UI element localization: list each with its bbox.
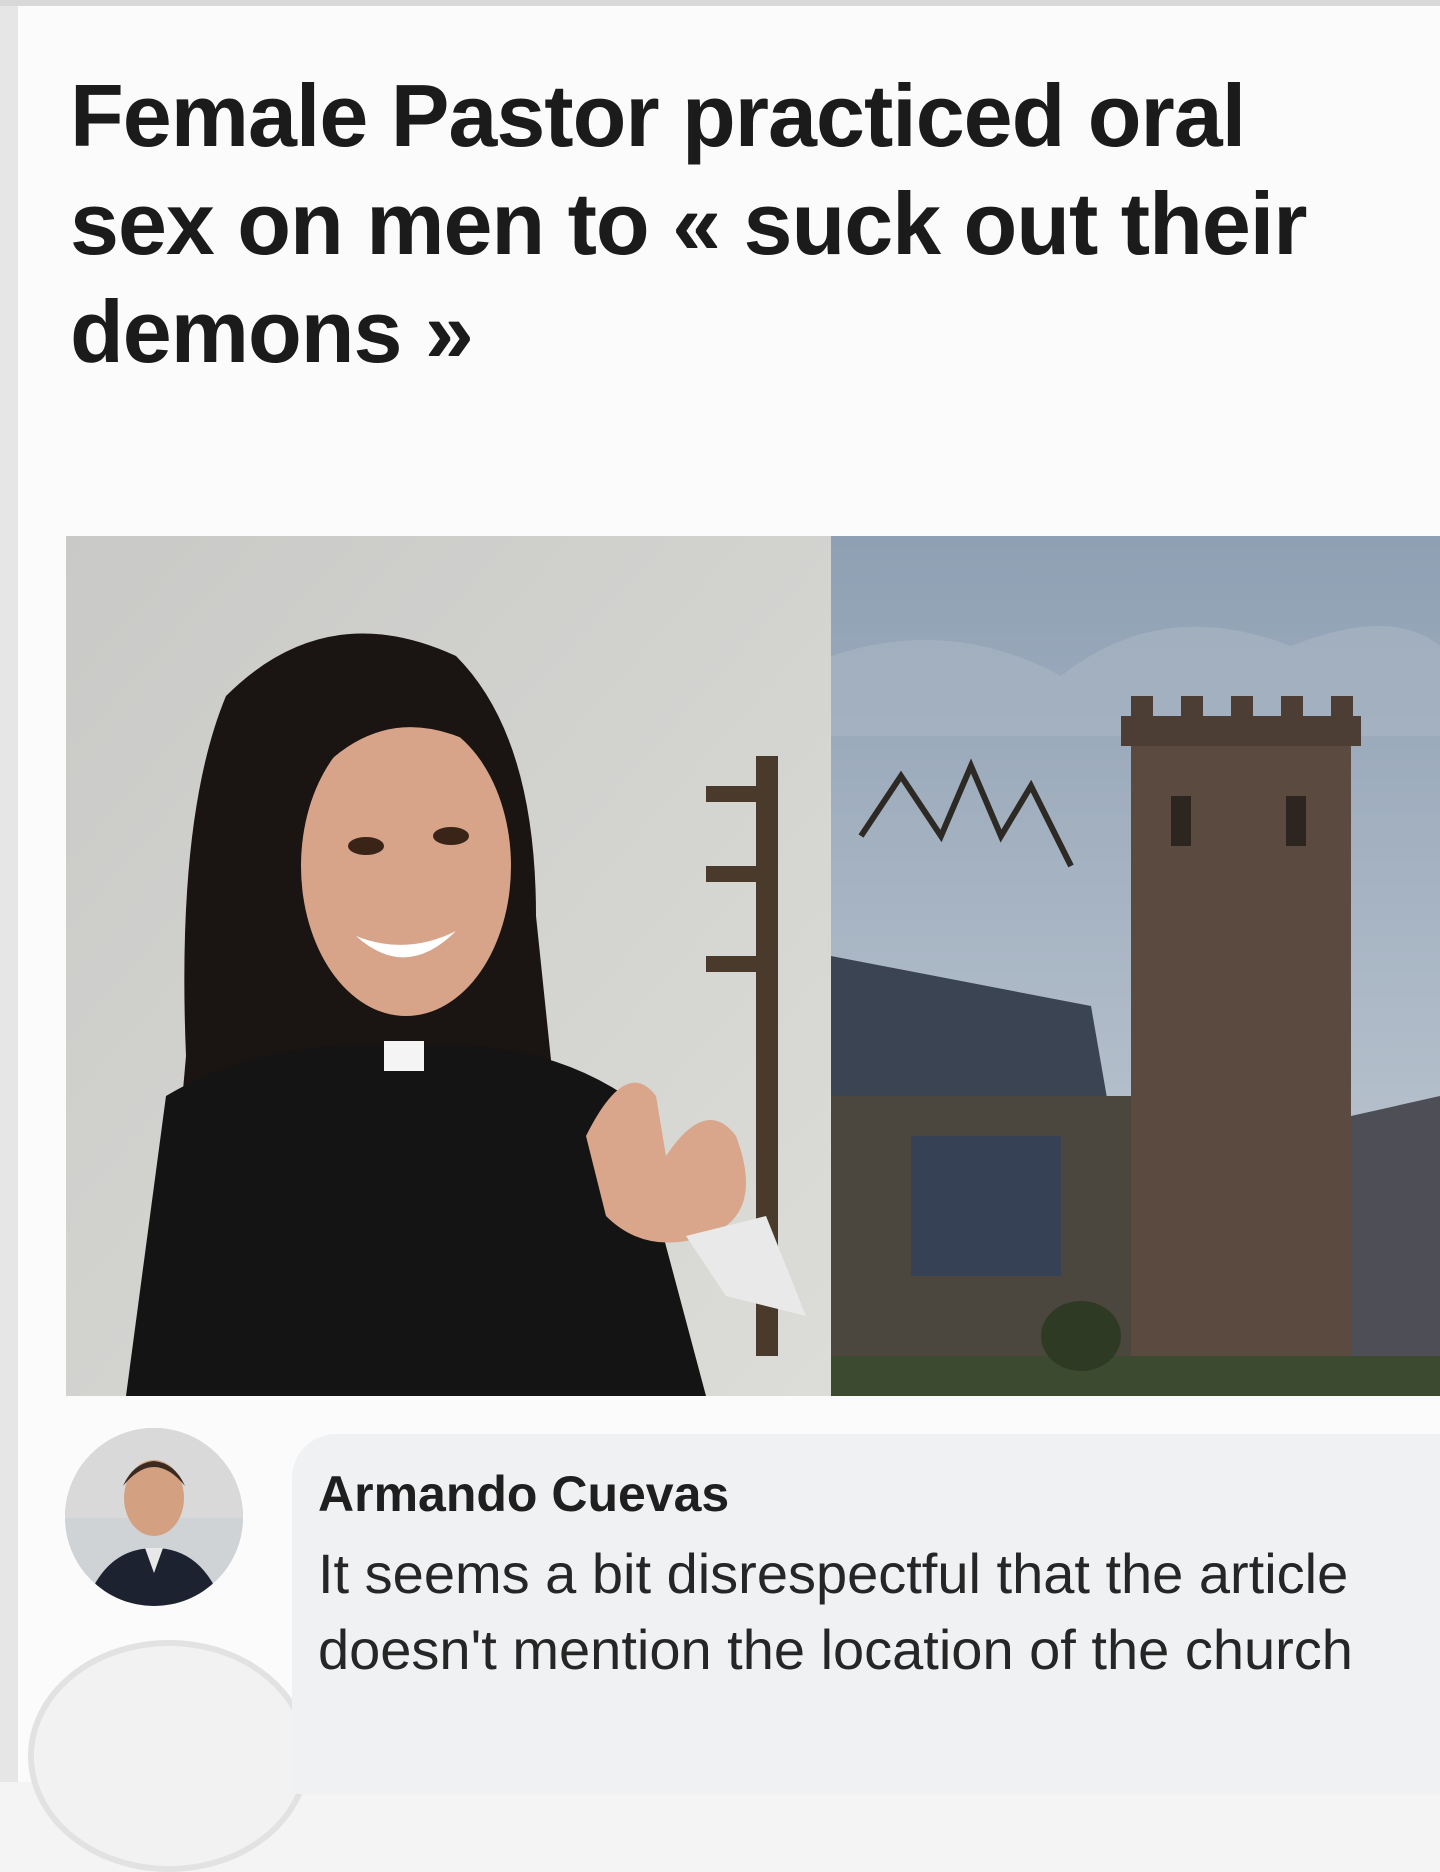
pastor-photo: [66, 536, 831, 1396]
next-comment-avatar-ghost: [28, 1640, 310, 1872]
comment-author-name[interactable]: Armando Cuevas: [318, 1462, 729, 1526]
church-photo: [831, 536, 1440, 1396]
avatar-image: [65, 1428, 243, 1606]
commenter-avatar[interactable]: [65, 1428, 243, 1606]
comment-text: It seems a bit disrespectful that the ar…: [318, 1542, 1353, 1681]
article-headline[interactable]: Female Pastor practiced oral sex on men …: [70, 62, 1390, 386]
top-border: [0, 0, 1440, 6]
article-image[interactable]: [66, 536, 1440, 1396]
